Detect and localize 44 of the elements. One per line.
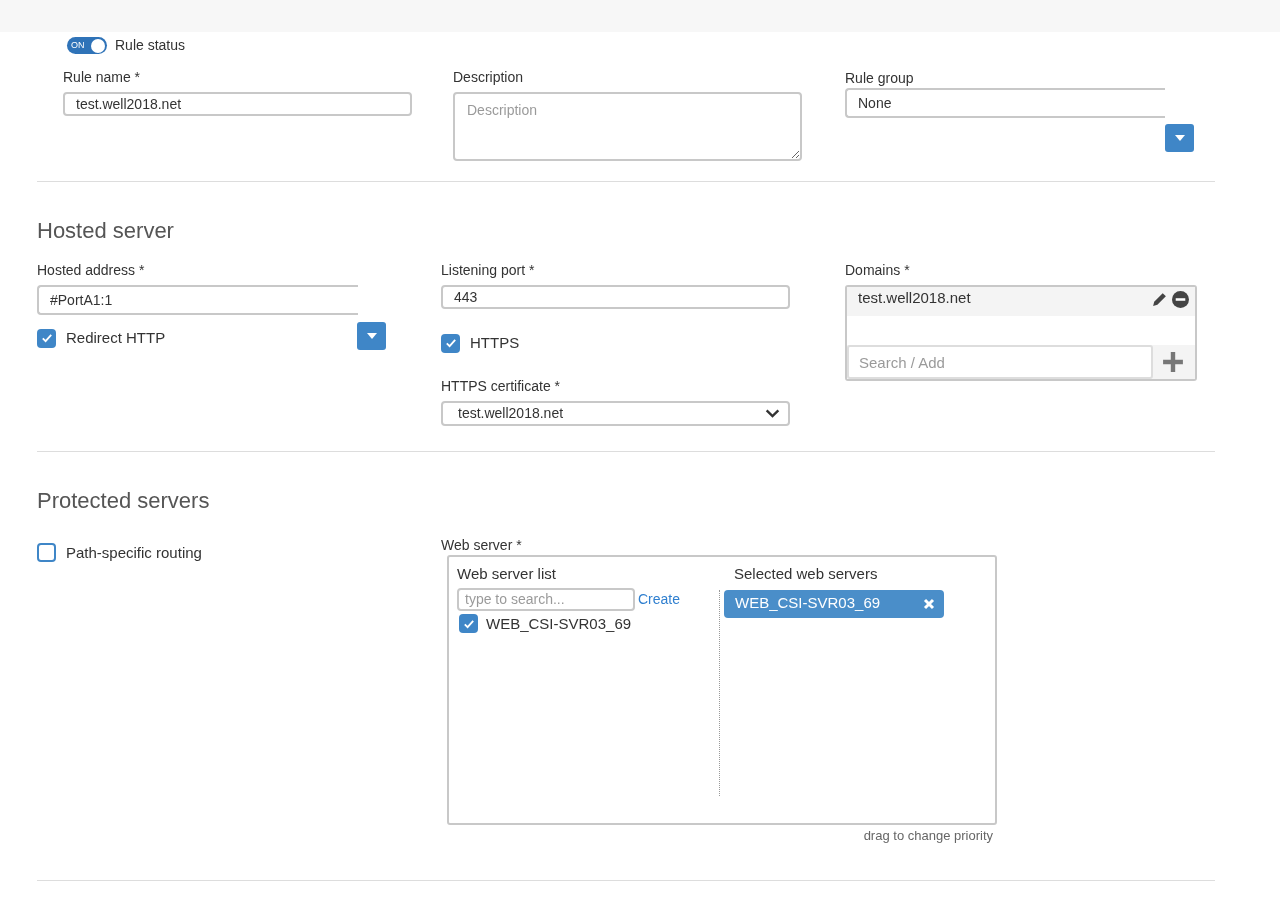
checkbox-label: WEB_CSI-SVR03_69 <box>486 613 632 634</box>
description-field[interactable]: Description <box>453 92 802 161</box>
selected-server-chip[interactable]: WEB_CSI-SVR03_69 <box>724 589 944 618</box>
section-heading: Protected servers <box>37 487 211 514</box>
field-label: Rule group <box>845 69 915 87</box>
hosted-address-field[interactable]: #PortA1:1 <box>37 285 358 315</box>
section-heading: Hosted server <box>37 218 175 244</box>
chevron-down-icon <box>765 408 780 418</box>
create-link[interactable]: Create <box>638 588 681 610</box>
field-label: Hosted address * <box>37 261 146 279</box>
dropdown-button[interactable] <box>1165 124 1194 152</box>
checkbox-label: Path-specific routing <box>66 542 202 563</box>
checkbox-label: Redirect HTTP <box>66 328 166 348</box>
field-label: Description <box>453 68 525 86</box>
remove-icon[interactable] <box>1172 291 1189 308</box>
rule-name-field[interactable]: test.well2018.net <box>63 92 412 116</box>
field-label: Rule name * <box>63 68 142 86</box>
web-server-search-field[interactable]: type to search... <box>457 587 635 611</box>
caret-icon <box>1174 135 1185 141</box>
checkbox[interactable] <box>37 328 56 348</box>
checkbox-label: HTTPS <box>470 333 520 353</box>
field-label: Domains * <box>845 261 911 279</box>
checkbox[interactable] <box>459 614 478 634</box>
caret-icon <box>366 333 377 339</box>
domain-search-field[interactable]: Search / Add <box>847 345 1153 379</box>
hint-text: drag to change priority <box>863 827 993 843</box>
rule-group-select[interactable]: None <box>845 88 1165 118</box>
checkbox[interactable] <box>441 333 460 353</box>
field-label: Web server * <box>441 535 523 554</box>
toggle-caption: Rule status <box>115 36 186 55</box>
listening-port-field[interactable]: 443 <box>441 285 790 309</box>
add-icon[interactable] <box>1162 351 1184 373</box>
field-label: Listening port * <box>441 261 536 279</box>
close-icon[interactable] <box>923 597 935 610</box>
dropdown-button[interactable] <box>357 322 386 350</box>
list-title: Web server list <box>457 563 557 584</box>
https-certificate-select[interactable]: test.well2018.net <box>441 400 790 426</box>
checkbox[interactable] <box>37 543 56 563</box>
field-label: HTTPS certificate * <box>441 376 562 395</box>
domain-item: test.well2018.net <box>858 288 971 308</box>
toggle-switch[interactable]: ON <box>67 37 107 54</box>
toggle-label: ON <box>70 38 85 52</box>
selected-title: Selected web servers <box>733 563 879 584</box>
edit-icon[interactable] <box>1151 291 1168 308</box>
